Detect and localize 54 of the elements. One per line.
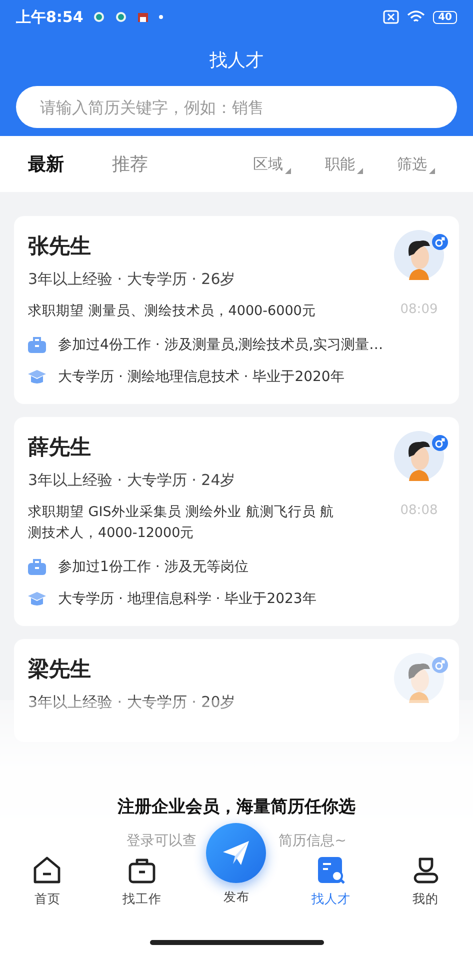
home-icon xyxy=(32,855,62,885)
battery-level: 40 xyxy=(433,10,457,24)
publish-button[interactable] xyxy=(206,823,266,883)
nav-tab[interactable]: 找工作 xyxy=(94,855,190,908)
app-notification-icon xyxy=(137,11,150,23)
promo-title: 注册企业会员，海量简历任你选 xyxy=(118,796,356,818)
avatar-icon xyxy=(394,430,444,481)
resume-card[interactable]: 薛先生 3年以上经验 · 大专学历 · 24岁 求职期望 GIS外业采集员 测绘外业 航测飞行员 航测技术人，4000-12000元 08:08 参加过1份工作 · 涉及无等岗位 大专学历 · 地理信息科学 · 毕业于2023年 xyxy=(14,416,459,626)
candidate-summary: 3年以上经验 · 大专学历 · 26岁 xyxy=(28,270,236,289)
caret-icon xyxy=(357,168,363,174)
graduation-cap-icon xyxy=(28,368,46,385)
promo-subtitle: 登录可以查 xyxy=(126,832,197,850)
promo-subtitle: 简历信息~ xyxy=(278,832,346,850)
sort-tab[interactable]: 推荐 xyxy=(112,152,148,176)
job-expectation: 求职期望 GIS外业采集员 测绘外业 航测飞行员 航测技术人，4000-12000元 xyxy=(28,502,336,543)
education-info: 大专学历 · 地理信息科学 · 毕业于2023年 xyxy=(58,590,316,608)
male-icon xyxy=(432,234,448,250)
candidate-name: 薛先生 xyxy=(28,434,92,461)
status-time: 上午8:54 xyxy=(16,8,84,26)
candidate-summary: 3年以上经验 · 大专学历 · 24岁 xyxy=(28,470,236,490)
filter-dropdown[interactable]: 职能 xyxy=(325,154,375,174)
male-icon xyxy=(432,656,448,673)
job-expectation: 求职期望 测量员、测绘技术员，4000-6000元 xyxy=(28,302,317,321)
filter-dropdown[interactable]: 筛选 xyxy=(397,154,447,174)
graduation-cap-icon xyxy=(28,590,46,607)
caret-icon xyxy=(285,168,291,174)
update-time: 08:09 xyxy=(400,302,438,317)
update-time: 08:08 xyxy=(400,502,438,518)
avatar-icon xyxy=(394,652,444,703)
briefcase-icon xyxy=(28,336,46,353)
candidate-summary: 3年以上经验 · 大专学历 · 20岁 xyxy=(28,692,236,712)
notification-icon xyxy=(93,11,106,23)
male-icon xyxy=(432,434,448,451)
nav-tab[interactable]: 我的 xyxy=(378,855,473,908)
resume-search-icon xyxy=(316,855,346,885)
briefcase-icon xyxy=(28,558,46,575)
nav-tab[interactable]: 找人才 xyxy=(284,855,378,908)
candidate-name: 梁先生 xyxy=(28,656,92,683)
notification-icon xyxy=(115,11,128,23)
resume-card[interactable]: 张先生 3年以上经验 · 大专学历 · 26岁 求职期望 测量员、测绘技术员，4000-6000元 08:09 参加过4份工作 · 涉及测量员,测绘技术员,实习测量… 大专学历 · 测绘地理信息技术 · 毕业于2020年 xyxy=(14,216,459,404)
search-field[interactable]: 请输入简历关键字，例如：销售 xyxy=(16,86,457,128)
candidate-name: 张先生 xyxy=(28,233,92,260)
page-title: 找人才 xyxy=(208,49,264,73)
avatar-icon xyxy=(394,230,444,280)
work-history: 参加过1份工作 · 涉及无等岗位 xyxy=(58,558,248,576)
education-info: 大专学历 · 测绘地理信息技术 · 毕业于2020年 xyxy=(58,368,344,386)
work-history: 参加过4份工作 · 涉及测量员,测绘技术员,实习测量… xyxy=(58,336,384,354)
dot-icon xyxy=(159,15,164,19)
filter-dropdown[interactable]: 区域 xyxy=(253,154,303,174)
no-sim-icon xyxy=(383,10,400,24)
nav-tab[interactable]: 首页 xyxy=(0,855,95,908)
sort-tab[interactable]: 最新 xyxy=(28,152,64,176)
wifi-icon xyxy=(407,10,426,24)
caret-icon xyxy=(429,168,435,174)
